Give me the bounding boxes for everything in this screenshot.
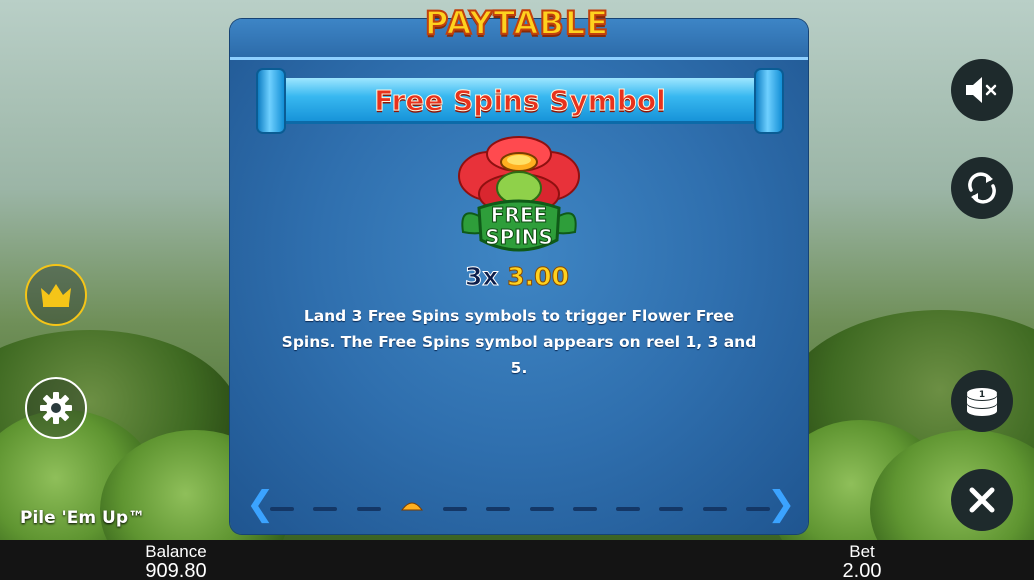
bet-coins-button[interactable]: 1 [951,370,1013,432]
symbol-description: Land 3 Free Spins symbols to trigger Flo… [281,307,757,377]
page-indicator-dash[interactable] [313,507,338,511]
payout-value: 3.00 [507,262,570,292]
paytable-title: PAYTABLE [424,3,610,43]
coins-icon: 1 [967,388,997,416]
payout-line: 3x 3.00 [0,262,1034,292]
autoplay-icon [968,172,996,204]
page-indicator-dash[interactable] [270,507,294,511]
page-indicator-dash[interactable] [572,507,597,511]
previous-page-arrow[interactable]: ❮ [246,486,275,522]
bet-label: Bet [849,542,875,561]
symbol-line2: SPINS [485,225,553,249]
page-indicator-dash[interactable] [443,507,468,511]
page-indicator-dash[interactable] [616,507,641,511]
bottom-bar: Balance 909.80 Bet 2.00 [0,540,1034,580]
page-indicator-dash[interactable] [659,507,684,511]
page-indicator-dash[interactable] [529,507,554,511]
section-title: Free Spins Symbol [374,84,667,118]
close-icon [969,487,995,513]
bet-value: 2.00 [842,560,882,580]
mute-button[interactable] [951,59,1013,121]
balance-label: Balance [145,542,207,561]
mute-icon [966,77,997,103]
payout-count: 3x [465,262,500,292]
autoplay-button[interactable] [951,157,1013,219]
page-indicator-dash[interactable] [702,507,727,511]
symbol-line1: FREE [491,203,547,227]
game-name: Pile 'Em Up™ [20,508,145,528]
next-page-arrow[interactable]: ❯ [767,486,796,522]
page-indicator-dash[interactable] [356,507,381,511]
gear-icon [40,392,72,424]
settings-button[interactable] [25,377,87,439]
page-indicator-dash[interactable] [746,507,770,511]
free-spins-flower-icon: FREE SPINS [458,136,580,252]
balance-value: 909.80 [145,560,207,580]
svg-text:1: 1 [979,390,985,400]
section-banner: Free Spins Symbol [258,70,782,132]
page-indicator-dash[interactable] [486,507,511,511]
close-button[interactable] [951,469,1013,531]
page-indicator-active [400,502,423,511]
